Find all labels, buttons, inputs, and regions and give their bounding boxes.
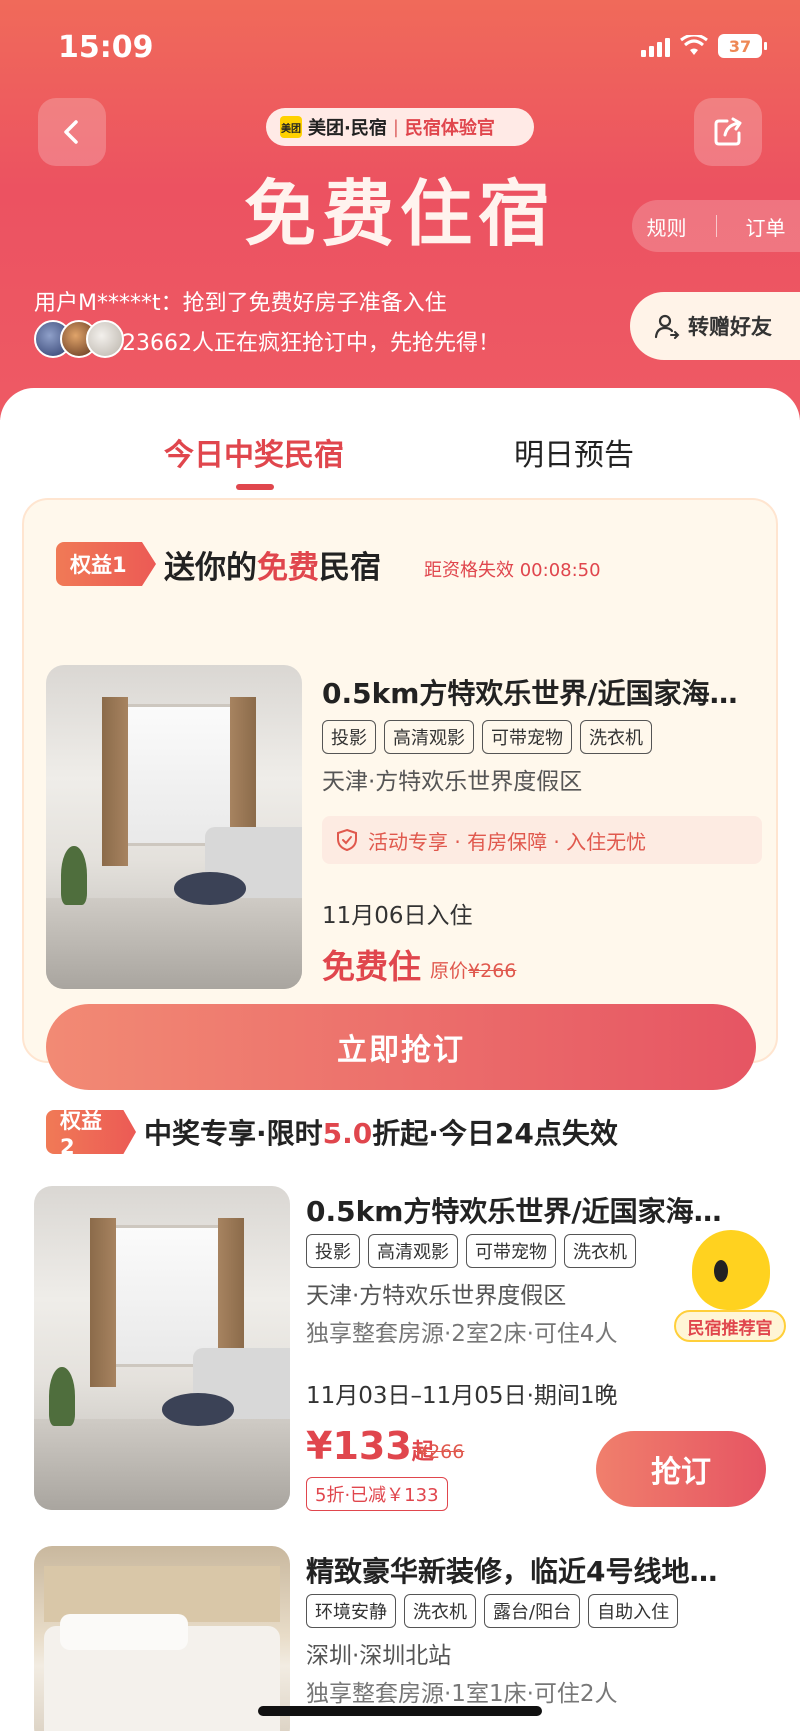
photo-table: [174, 872, 246, 905]
recommender-mascot[interactable]: 民宿推荐官: [674, 1230, 786, 1350]
photo-table: [162, 1393, 234, 1426]
discount-badge: 5折·已减￥133: [306, 1477, 448, 1511]
benefit1-badge: 权益1: [56, 542, 156, 586]
title-text: 折起·今日24点失效: [372, 1117, 618, 1150]
gift-friend-label: 转赠好友: [688, 315, 772, 339]
listing-photo[interactable]: [34, 1546, 290, 1731]
title-highlight: 免费: [257, 550, 319, 586]
meituan-logo-icon: 美团: [280, 116, 302, 138]
brand-pill: 美团 美团·民宿 | 民宿体验官: [266, 108, 534, 146]
orig-value: ¥266: [468, 960, 517, 982]
countdown-timer: 距资格失效 00:08:50: [424, 560, 601, 581]
divider: [715, 215, 717, 237]
rules-orders-pill: 规则 订单: [632, 200, 800, 252]
photo-plant: [61, 846, 87, 905]
shield-icon: [337, 828, 357, 852]
tab-underline: [236, 484, 274, 490]
price-value: ¥133: [306, 1424, 412, 1468]
title-text: 中奖专享·限时: [144, 1117, 323, 1150]
listing-detail: 独享整套房源·1室1床·可住2人: [306, 1681, 618, 1707]
benefit2-badge: 权益2: [46, 1110, 136, 1154]
listing-title[interactable]: 0.5km方特欢乐世界/近国家海…: [322, 672, 762, 712]
title-highlight: 5.0: [322, 1117, 373, 1150]
grab-button[interactable]: 抢订: [596, 1431, 766, 1507]
listing-tags: 投影 高清观影 可带宠物 洗衣机: [306, 1234, 636, 1268]
mascot-icon: [692, 1230, 770, 1310]
benefit1-title: 送你的免费民宿: [164, 542, 381, 587]
benefit2-title: 中奖专享·限时5.0折起·今日24点失效: [144, 1112, 618, 1152]
tab-tomorrow-preview[interactable]: 明日预告: [514, 430, 634, 474]
listing-tags: 环境安静 洗衣机 露台/阳台 自助入住: [306, 1594, 679, 1628]
photo-pillow: [59, 1614, 188, 1650]
status-icons: 37: [641, 34, 767, 58]
photo-curtain: [102, 697, 128, 866]
checkin-date: 11月06日入住: [322, 903, 473, 929]
tag: 洗衣机: [404, 1594, 476, 1628]
brand-name: 美团·民宿: [308, 118, 387, 139]
winner-ticker: 用户M*****t：抢到了免费好房子准备入住: [34, 291, 447, 316]
photo-window: [122, 703, 236, 847]
tag: 高清观影: [384, 720, 474, 754]
orders-link[interactable]: 订单: [746, 212, 786, 241]
tab-bar: 今日中奖民宿 明日预告: [0, 408, 800, 490]
orig-label: 原价: [430, 960, 469, 982]
free-price: 免费住: [322, 947, 421, 986]
listing-location: 天津·方特欢乐世界度假区: [322, 769, 583, 795]
status-time: 15:09: [58, 30, 154, 65]
sale-price: ¥133起: [306, 1424, 434, 1468]
listing-location: 深圳·深圳北站: [306, 1643, 452, 1669]
guarantee-banner: 活动专享 · 有房保障 · 入住无忧: [322, 816, 762, 864]
participant-count: 23662人正在疯狂抢订中，先抢先得！: [122, 331, 500, 356]
tag: 可带宠物: [466, 1234, 556, 1268]
tag: 投影: [322, 720, 376, 754]
stay-dates: 11月03日–11月05日·期间1晚: [306, 1383, 618, 1409]
title-text: 民宿: [319, 550, 381, 586]
tag: 投影: [306, 1234, 360, 1268]
tag: 露台/阳台: [484, 1594, 581, 1628]
listing-detail: 独享整套房源·2室2床·可住4人: [306, 1321, 618, 1347]
original-price: 原价¥266: [430, 956, 516, 983]
brand-subtitle: 民宿体验官: [404, 118, 495, 139]
tag: 自助入住: [588, 1594, 679, 1628]
listing-title[interactable]: 精致豪华新装修，临近4号线地…: [306, 1550, 746, 1590]
photo-floor: [34, 1419, 290, 1510]
rules-link[interactable]: 规则: [647, 212, 687, 241]
photo-floor: [46, 898, 302, 989]
content-sheet: 今日中奖民宿 明日预告 权益1 送你的免费民宿 距资格失效 00:08:50 0…: [0, 388, 800, 1731]
brand-separator: |: [392, 116, 399, 138]
photo-window: [110, 1224, 224, 1368]
listing-photo[interactable]: [34, 1186, 290, 1510]
listing-photo[interactable]: [46, 665, 302, 989]
guarantee-text: 活动专享 · 有房保障 · 入住无忧: [368, 829, 647, 854]
signal-icon: [641, 35, 670, 57]
title-text: 送你的: [164, 550, 257, 586]
avatar: [86, 320, 124, 358]
tag: 环境安静: [306, 1594, 396, 1628]
original-price: ¥266: [416, 1441, 464, 1463]
header-banner: 15:09 37 美团 美团·民宿 | 民宿体验官 免费住宿 规则 订单 用户M…: [0, 0, 800, 420]
tag: 高清观影: [368, 1234, 458, 1268]
battery-icon: 37: [718, 34, 767, 58]
gift-friend-button[interactable]: 转赠好友: [630, 292, 800, 360]
grab-now-button[interactable]: 立即抢订: [46, 1004, 756, 1090]
user-icon: [654, 314, 680, 339]
tab-today-winners[interactable]: 今日中奖民宿: [164, 430, 344, 474]
tag: 洗衣机: [580, 720, 652, 754]
photo-curtain: [90, 1218, 116, 1387]
listing-location: 天津·方特欢乐世界度假区: [306, 1283, 567, 1309]
home-indicator[interactable]: [258, 1706, 542, 1716]
tag: 可带宠物: [482, 720, 572, 754]
listing-tags: 投影 高清观影 可带宠物 洗衣机: [322, 720, 652, 754]
orig-value: ¥266: [416, 1441, 465, 1463]
listing-title[interactable]: 0.5km方特欢乐世界/近国家海…: [306, 1190, 746, 1230]
mascot-eye: [714, 1260, 728, 1282]
avatar-group: [34, 320, 124, 358]
share-icon: [714, 117, 742, 146]
chevron-left-icon: [64, 120, 78, 144]
wifi-icon: [680, 35, 708, 55]
photo-plant: [49, 1367, 75, 1426]
tag: 洗衣机: [564, 1234, 636, 1268]
mascot-label: 民宿推荐官: [674, 1310, 786, 1342]
benefit1-card: 权益1 送你的免费民宿 距资格失效 00:08:50 0.5km方特欢乐世界/近…: [22, 498, 778, 1090]
